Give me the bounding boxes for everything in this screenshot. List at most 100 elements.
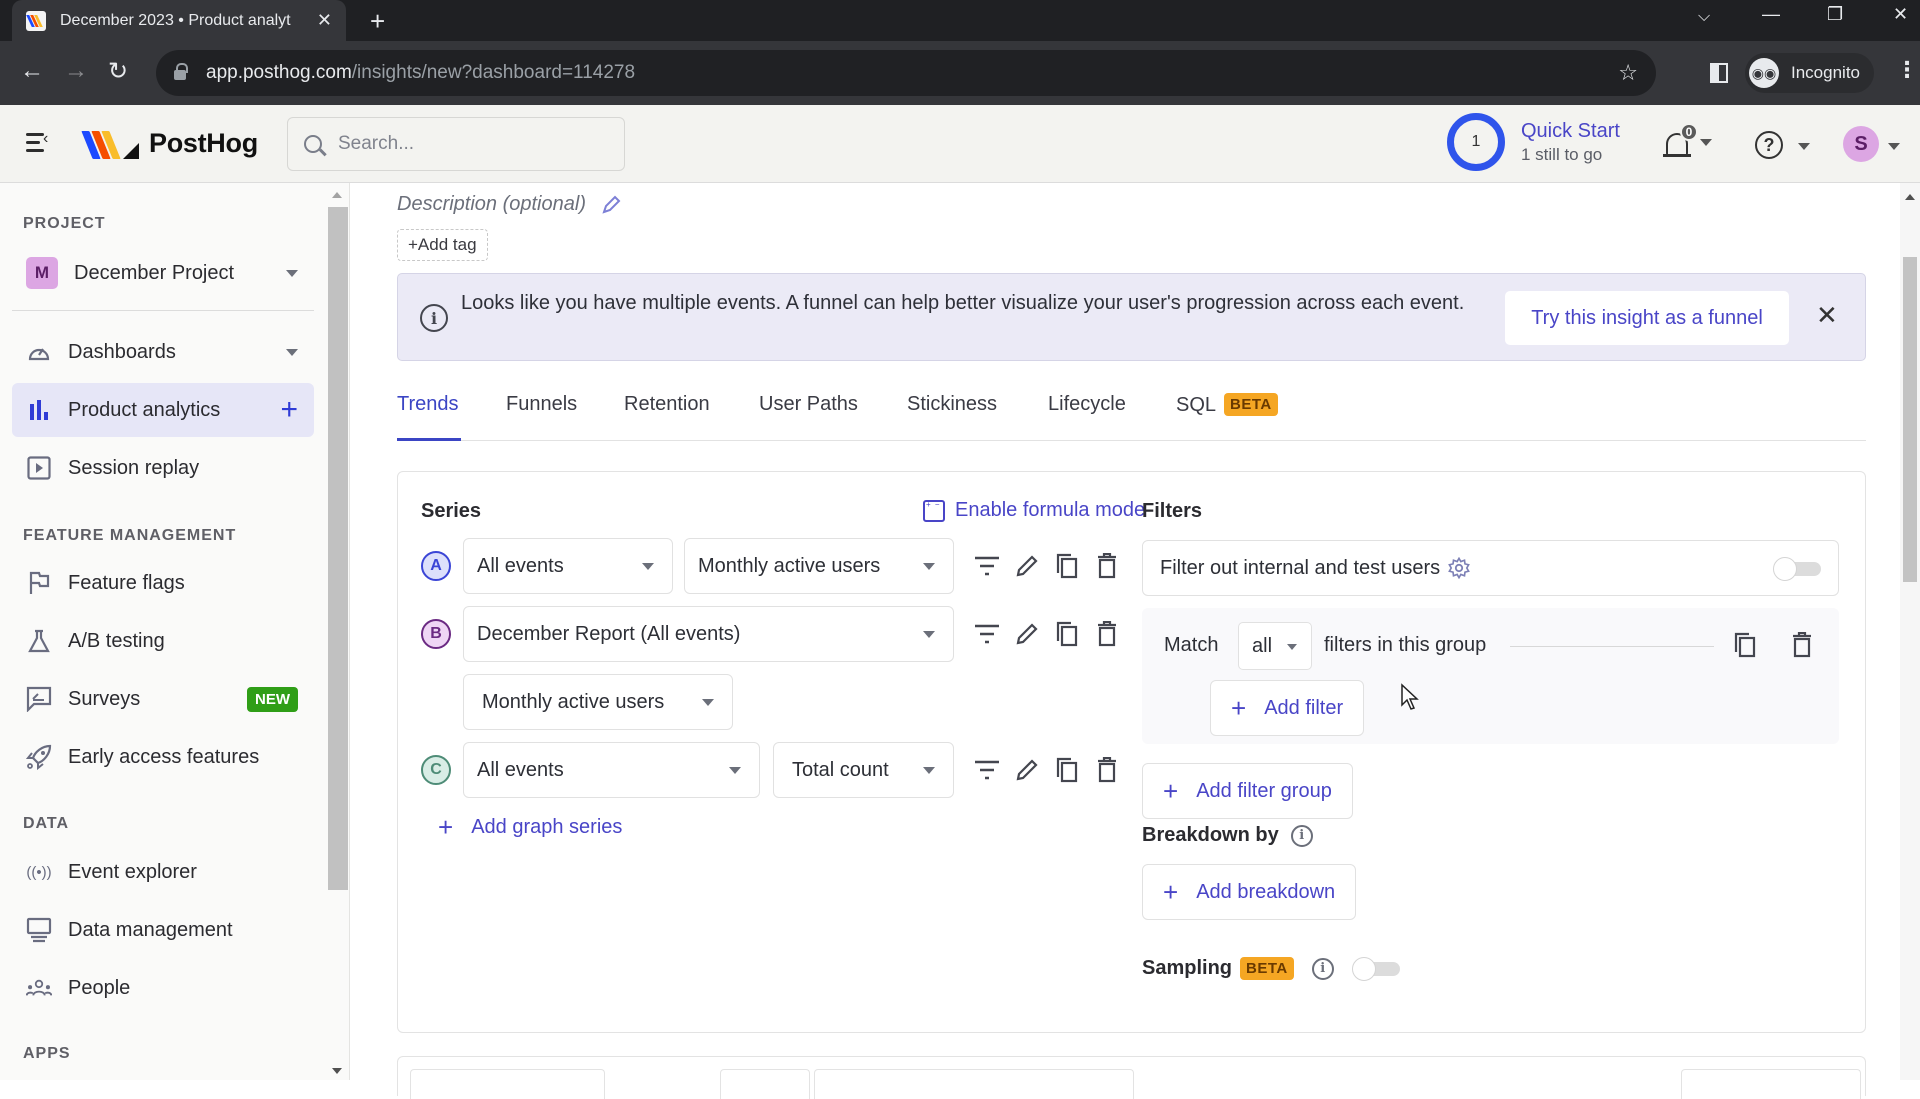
tab-stickiness[interactable]: Stickiness: [907, 393, 997, 441]
sidebar-toggle-icon[interactable]: ‹: [26, 130, 52, 153]
internal-users-filter-row: Filter out internal and test users: [1142, 540, 1839, 596]
trash-icon[interactable]: [1087, 618, 1127, 650]
description-field[interactable]: Description (optional): [397, 193, 622, 216]
side-panel-icon[interactable]: [1710, 63, 1728, 83]
series-b-event-select[interactable]: December Report (All events): [463, 606, 954, 662]
main-scrollbar-thumb[interactable]: [1903, 257, 1917, 582]
posthog-logo[interactable]: PostHog: [81, 127, 258, 159]
trash-icon[interactable]: [1087, 550, 1127, 582]
scroll-down-arrow-icon[interactable]: [332, 1068, 342, 1074]
mouse-cursor-icon: [1401, 683, 1419, 710]
pencil-icon[interactable]: [1007, 550, 1047, 582]
close-banner-icon[interactable]: ✕: [1816, 300, 1838, 331]
sidebar-item-product-analytics[interactable]: Product analytics +: [12, 383, 314, 437]
tab-lifecycle[interactable]: Lifecycle: [1048, 393, 1126, 441]
new-tab-button[interactable]: +: [370, 6, 385, 37]
main-scrollbar[interactable]: [1900, 183, 1920, 1080]
help-chevron-down-icon[interactable]: [1798, 143, 1810, 150]
new-insight-plus-icon[interactable]: +: [280, 395, 298, 425]
tab-sql[interactable]: SQL BETA: [1176, 393, 1278, 441]
match-select[interactable]: all: [1238, 622, 1312, 670]
sidebar-item-surveys[interactable]: Surveys NEW: [12, 672, 314, 726]
pencil-icon[interactable]: [1007, 618, 1047, 650]
add-breakdown-button[interactable]: + Add breakdown: [1142, 864, 1357, 920]
user-avatar[interactable]: S: [1843, 126, 1879, 162]
tab-search-icon[interactable]: ⌵: [1698, 8, 1710, 26]
filter-icon[interactable]: [967, 550, 1007, 582]
interval-control[interactable]: [720, 1069, 810, 1099]
incognito-profile-button[interactable]: ◉◉ Incognito: [1745, 53, 1874, 93]
notifications-button[interactable]: 0: [1663, 123, 1712, 161]
breakdown-info-icon[interactable]: i: [1290, 824, 1313, 847]
scroll-up-arrow-icon[interactable]: [332, 192, 342, 198]
internal-users-toggle[interactable]: [1773, 557, 1823, 581]
add-graph-series-button[interactable]: + Add graph series: [438, 812, 622, 843]
chevron-down-icon: [702, 699, 714, 706]
reload-icon[interactable]: ↻: [108, 57, 128, 86]
browser-tab[interactable]: December 2023 • Product analyt ✕: [12, 0, 346, 41]
back-arrow-icon[interactable]: ←: [20, 57, 44, 85]
series-a-event-select[interactable]: All events: [463, 538, 673, 594]
date-range-control[interactable]: [410, 1069, 605, 1099]
sidebar-scrollbar-thumb[interactable]: [328, 207, 348, 890]
sidebar-item-ab-testing[interactable]: A/B testing: [12, 614, 314, 668]
series-a-math-select[interactable]: Monthly active users: [684, 538, 954, 594]
search-box[interactable]: [287, 117, 625, 171]
quick-start-button[interactable]: 1 Quick Start 1 still to go: [1447, 113, 1620, 171]
copy-icon[interactable]: [1047, 754, 1087, 786]
copy-icon[interactable]: [1047, 618, 1087, 650]
series-c-event-select[interactable]: All events: [463, 742, 760, 798]
restore-button[interactable]: ❐: [1827, 4, 1843, 25]
tab-funnels[interactable]: Funnels: [506, 393, 577, 441]
sampling-info-icon[interactable]: i: [1311, 957, 1334, 980]
scroll-up-arrow-icon[interactable]: [1905, 194, 1915, 200]
sampling-toggle[interactable]: [1351, 956, 1402, 981]
avatar-chevron-down-icon[interactable]: [1888, 143, 1900, 150]
sidebar-item-session-replay[interactable]: Session replay: [12, 441, 314, 495]
sidebar-item-early-access-features[interactable]: Early access features: [12, 730, 314, 784]
add-filter-group-label: Add filter group: [1196, 779, 1332, 802]
series-c-math-select[interactable]: Total count: [773, 742, 954, 798]
bookmark-star-icon[interactable]: ☆: [1618, 60, 1638, 86]
sidebar-item-data-management[interactable]: Data management: [12, 903, 314, 957]
tab-user-paths[interactable]: User Paths: [759, 393, 858, 441]
chart-type-control[interactable]: [1681, 1069, 1861, 1099]
tab-retention[interactable]: Retention: [624, 393, 710, 441]
sidebar-scrollbar[interactable]: [328, 183, 348, 1080]
delete-group-trash-icon[interactable]: [1792, 631, 1812, 663]
forward-arrow-icon[interactable]: →: [64, 57, 88, 85]
minimize-button[interactable]: —: [1762, 4, 1780, 25]
sidebar-item-dashboards[interactable]: Dashboards: [12, 325, 314, 379]
filter-icon[interactable]: [967, 754, 1007, 786]
sidebar-item-people[interactable]: People: [12, 961, 314, 1015]
add-tag-button[interactable]: +Add tag: [397, 229, 488, 261]
tab-close-icon[interactable]: ✕: [317, 10, 332, 31]
tab-trends[interactable]: Trends: [397, 393, 461, 441]
copy-icon[interactable]: [1047, 550, 1087, 582]
trash-icon[interactable]: [1087, 754, 1127, 786]
compare-control[interactable]: [814, 1069, 1134, 1099]
enable-formula-mode-button[interactable]: Enable formula mode: [923, 499, 1145, 522]
sidebar-item-event-explorer[interactable]: ((•)) Event explorer: [12, 845, 314, 899]
close-window-button[interactable]: ✕: [1893, 4, 1908, 25]
series-b-math-select[interactable]: Monthly active users: [463, 674, 733, 730]
chevron-down-icon[interactable]: [286, 348, 298, 356]
search-input[interactable]: [338, 133, 588, 155]
project-switcher[interactable]: M December Project: [12, 246, 314, 300]
address-bar[interactable]: app.posthog.com/insights/new?dashboard=1…: [156, 50, 1656, 96]
edit-pencil-icon[interactable]: [600, 194, 622, 216]
add-filter-group-button[interactable]: + Add filter group: [1142, 763, 1353, 819]
try-funnel-button[interactable]: Try this insight as a funnel: [1505, 291, 1789, 345]
add-filter-button[interactable]: + Add filter: [1210, 680, 1365, 736]
formula-mode-label: Enable formula mode: [955, 499, 1146, 521]
filter-icon[interactable]: [967, 618, 1007, 650]
sidebar-item-feature-flags[interactable]: Feature flags: [12, 556, 314, 610]
help-icon[interactable]: ?: [1755, 131, 1783, 159]
description-placeholder: Description (optional): [397, 193, 586, 215]
pencil-icon[interactable]: [1007, 754, 1047, 786]
series-letter-a: A: [421, 551, 451, 581]
browser-menu-icon[interactable]: ⋮: [1896, 57, 1918, 83]
gear-icon[interactable]: [1448, 557, 1471, 579]
rocket-icon: [26, 744, 52, 770]
copy-group-icon[interactable]: [1734, 632, 1756, 663]
